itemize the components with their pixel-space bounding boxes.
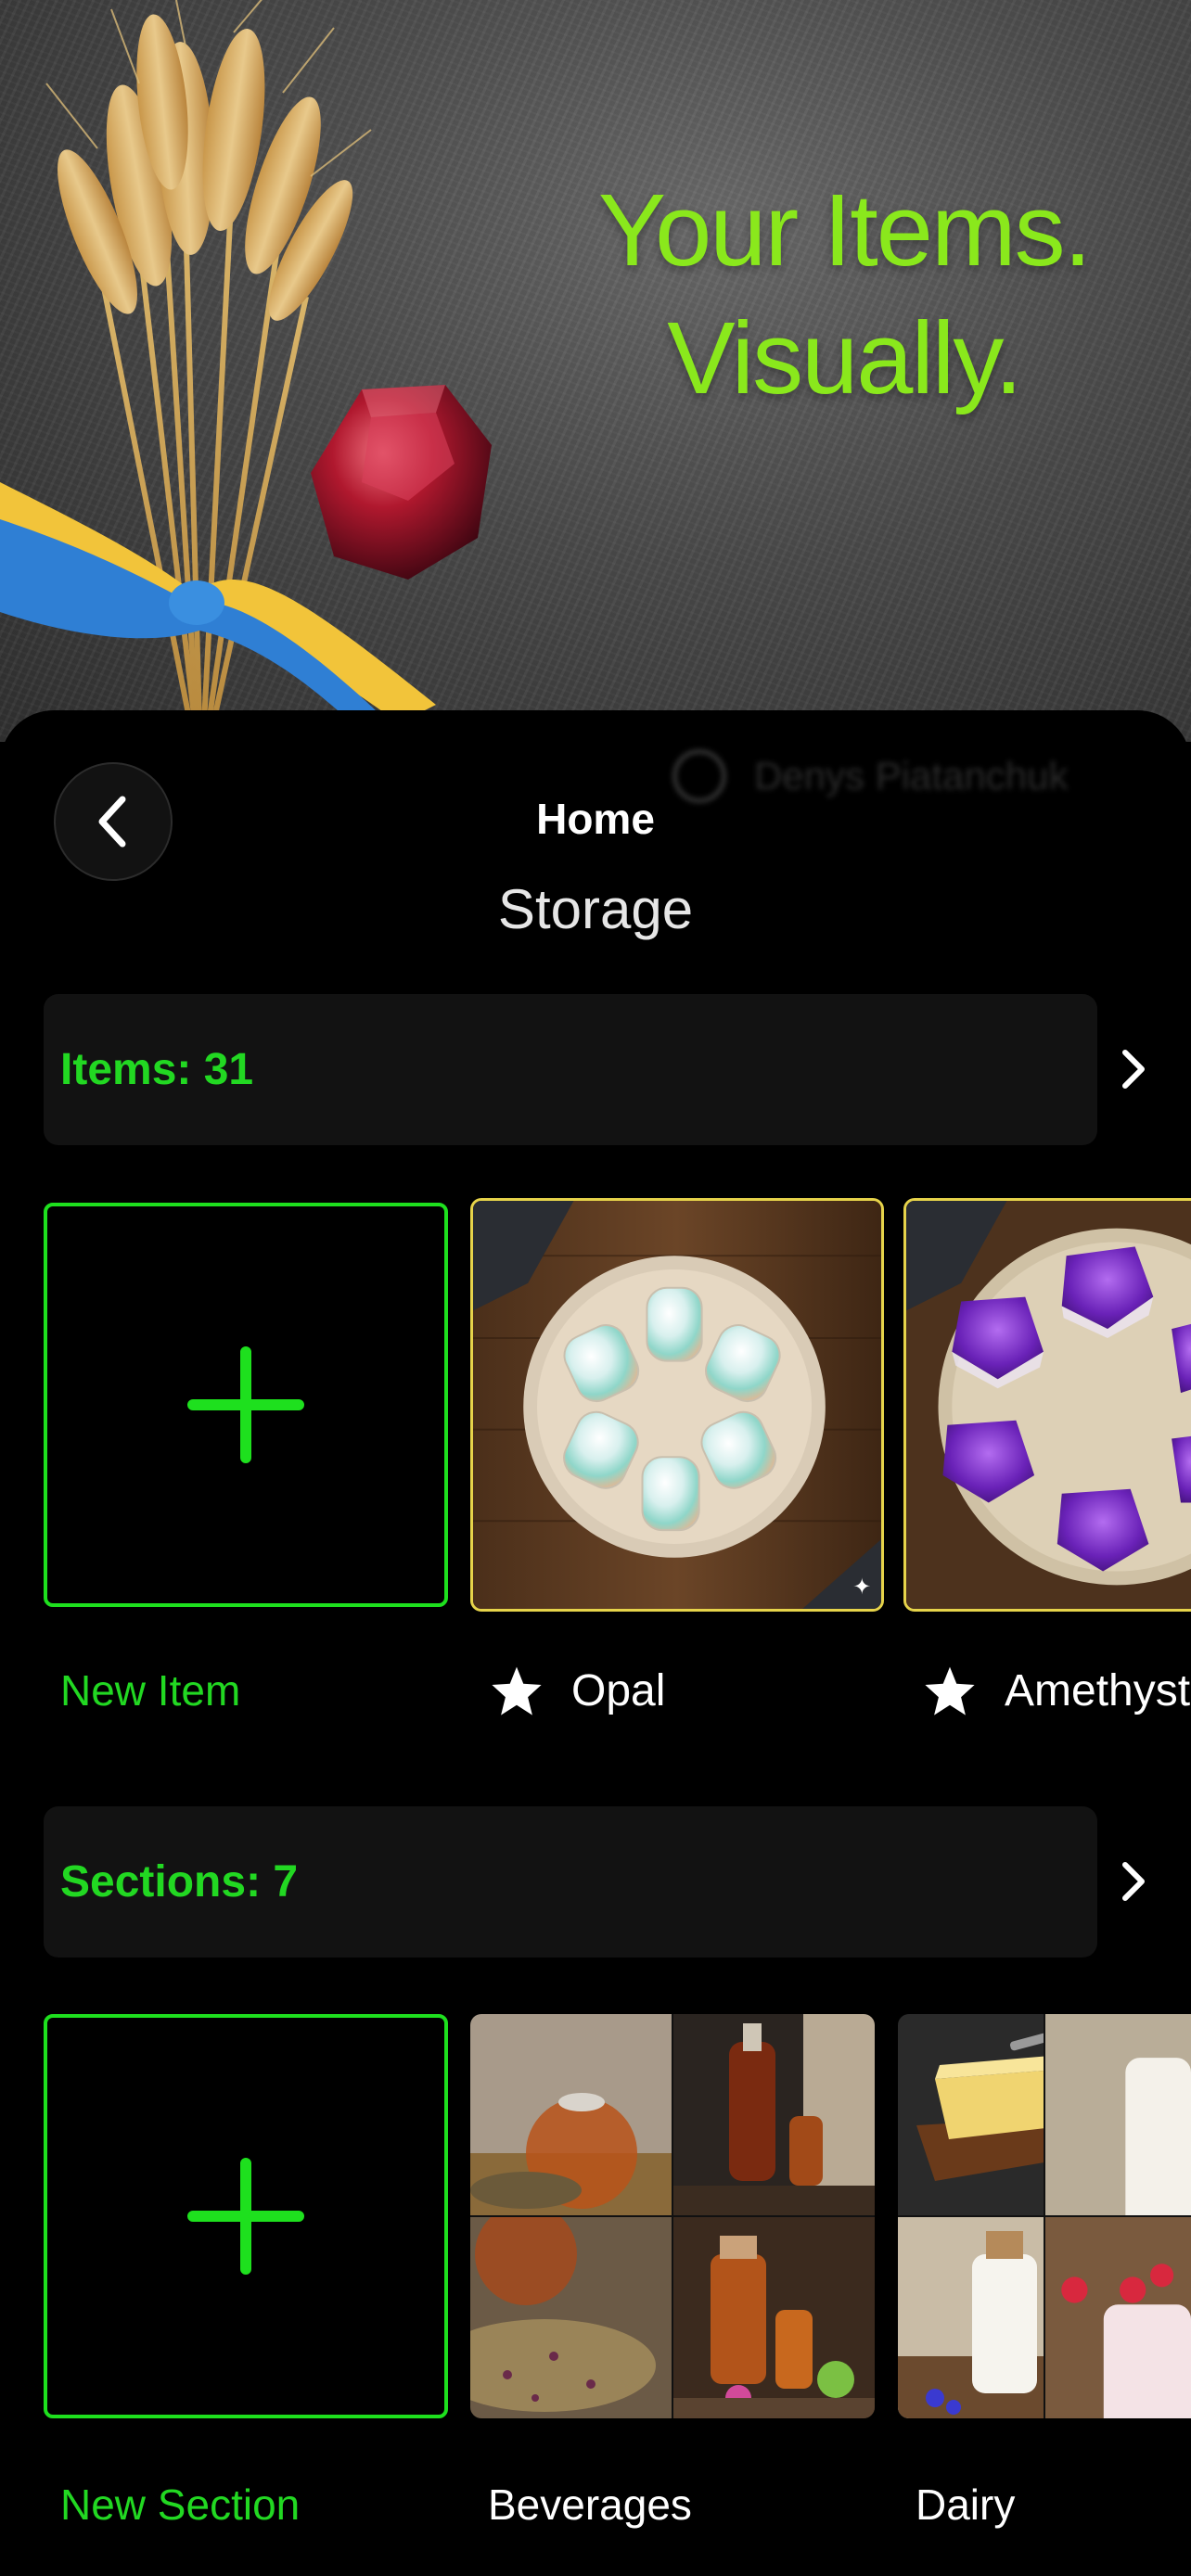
section-name-beverages: Beverages [488,2480,692,2529]
dairy-photo-yogurt [1045,2217,1191,2418]
sections-header[interactable]: Sections: 7 [44,1806,1097,1958]
items-count: Items: 31 [60,1045,254,1094]
profile-name: Denys Piatanchuk [754,754,1069,797]
beverages-photo-syrup [673,2217,875,2418]
sections-chevron-right-icon[interactable] [1118,1854,1151,1909]
item-caption-opal: Opal [490,1664,665,1716]
hero-banner: Your Items. Visually. [0,0,1191,742]
new-item-label: New Item [60,1666,241,1715]
item-caption-amethyst: Amethyst [923,1664,1190,1716]
nav-title: Home [536,795,655,843]
new-item-button[interactable] [44,1203,448,1607]
section-name-dairy: Dairy [916,2480,1016,2529]
garnet-gem-illustration [311,385,492,580]
items-header[interactable]: Items: 31 [44,994,1097,1145]
hero-tagline: Your Items. Visually. [519,167,1169,423]
beverages-photo-herbs [470,2217,672,2418]
item-card-amethyst[interactable] [903,1198,1191,1612]
dairy-photo-butter [898,2014,1044,2215]
hero-tagline-line1: Your Items. [597,173,1092,287]
new-section-label: New Section [60,2480,301,2529]
dairy-photo-flowers [1045,2014,1191,2215]
section-card-dairy[interactable] [898,2014,1191,2418]
new-section-button[interactable] [44,2014,448,2418]
hero-tagline-line2: Visually. [667,301,1022,415]
amethyst-photo [906,1201,1191,1609]
svg-text:✦: ✦ [852,1574,871,1600]
section-card-beverages[interactable] [470,2014,875,2418]
dairy-photo-milk [898,2217,1044,2418]
star-icon [925,1666,975,1715]
page-title: Storage [497,878,694,940]
items-chevron-right-icon[interactable] [1118,1041,1151,1097]
item-card-opal[interactable]: ✦ [470,1198,884,1612]
wheat-bundle-illustration [0,0,436,742]
star-icon [492,1666,542,1715]
plus-icon [187,1346,304,1463]
beverages-photo-bottles [673,2014,875,2215]
opal-photo: ✦ [473,1201,881,1609]
item-name: Amethyst [1005,1665,1191,1715]
sections-count: Sections: 7 [60,1857,299,1906]
beverages-photo-teapot [470,2014,672,2215]
item-name: Opal [571,1665,666,1715]
plus-icon [187,2158,304,2275]
